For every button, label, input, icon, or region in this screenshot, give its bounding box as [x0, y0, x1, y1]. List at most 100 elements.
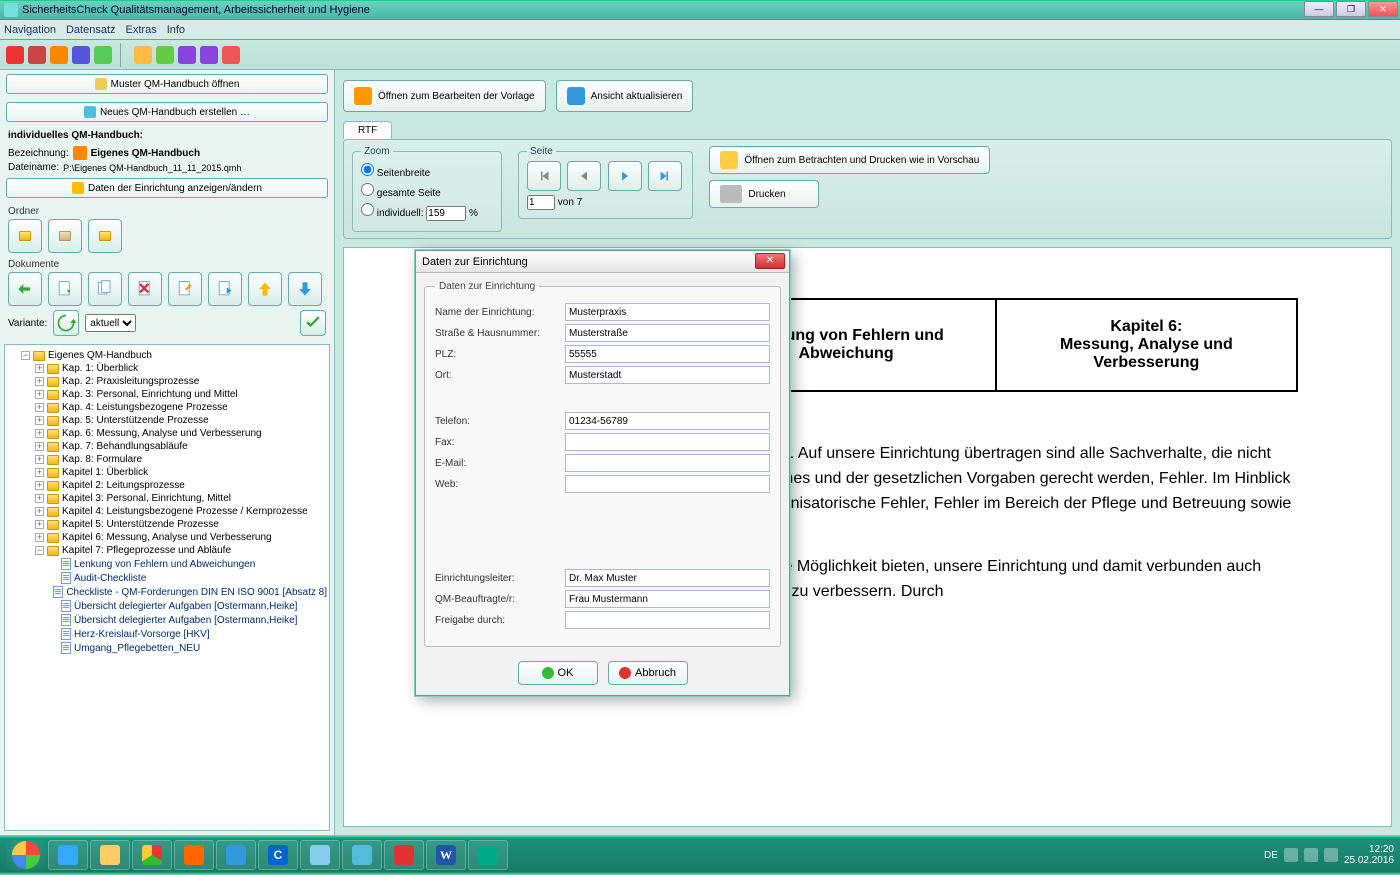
- task-chrome[interactable]: [132, 840, 172, 870]
- variant-apply-button[interactable]: [300, 310, 326, 336]
- tree-chapter[interactable]: Kap. 8: Formulare: [62, 454, 142, 465]
- folder-edit-button[interactable]: [88, 219, 122, 253]
- tree-chapter[interactable]: Kapitel 2: Leitungsprozesse: [62, 480, 185, 491]
- tree-chapter[interactable]: Kap. 2: Praxisleitungsprozesse: [62, 376, 199, 387]
- tree-chapter[interactable]: Kapitel 7: Pflegeprozesse und Abläufe: [62, 545, 231, 556]
- tree-chapter[interactable]: Kapitel 5: Unterstützende Prozesse: [62, 519, 219, 530]
- tree-expand-icon[interactable]: +: [35, 468, 44, 477]
- open-preview-button[interactable]: Öffnen zum Betrachten und Drucken wie in…: [709, 146, 990, 174]
- input-leiter[interactable]: [565, 569, 770, 587]
- task-app1[interactable]: [216, 840, 256, 870]
- print-button[interactable]: Drucken: [709, 180, 819, 208]
- page-next-button[interactable]: [608, 161, 642, 191]
- menu-extras[interactable]: Extras: [126, 24, 157, 36]
- page-current-input[interactable]: [527, 195, 555, 210]
- dialog-ok-button[interactable]: OK: [518, 661, 598, 685]
- edit-icon[interactable]: [73, 146, 87, 160]
- tree-root[interactable]: Eigenes QM-Handbuch: [48, 350, 152, 361]
- input-plz[interactable]: [565, 345, 770, 363]
- tree-expand-icon[interactable]: +: [35, 481, 44, 490]
- folder-delete-button[interactable]: [48, 219, 82, 253]
- task-word[interactable]: W: [426, 840, 466, 870]
- tree-chapter[interactable]: Kap. 6: Messung, Analyse und Verbesserun…: [62, 428, 262, 439]
- tree-chapter[interactable]: Kapitel 4: Leistungsbezogene Prozesse / …: [62, 506, 308, 517]
- input-web[interactable]: [565, 475, 770, 493]
- tree-chapter[interactable]: Kapitel 3: Personal, Einrichtung, Mittel: [62, 493, 231, 504]
- task-app5[interactable]: [384, 840, 424, 870]
- toolbar-refresh-icon[interactable]: [222, 46, 240, 64]
- tree-document[interactable]: Lenkung von Fehlern und Abweichungen: [74, 559, 255, 570]
- edit-template-button[interactable]: Öffnen zum Bearbeiten der Vorlage: [343, 80, 546, 112]
- open-sample-handbook-button[interactable]: Muster QM-Handbuch öffnen: [6, 74, 328, 94]
- task-app4[interactable]: [342, 840, 382, 870]
- toolbar-save-icon[interactable]: [178, 46, 196, 64]
- toolbar-home-icon[interactable]: [6, 46, 24, 64]
- input-telefon[interactable]: [565, 412, 770, 430]
- task-ie[interactable]: [48, 840, 88, 870]
- input-fax[interactable]: [565, 433, 770, 451]
- dialog-titlebar[interactable]: Daten zur Einrichtung ✕: [416, 251, 789, 273]
- tree-chapter[interactable]: Kap. 4: Leistungsbezogene Prozesse: [62, 402, 228, 413]
- folder-add-button[interactable]: [8, 219, 42, 253]
- new-handbook-button[interactable]: Neues QM-Handbuch erstellen …: [6, 102, 328, 122]
- page-first-button[interactable]: [527, 161, 561, 191]
- tree-expand-icon[interactable]: +: [35, 429, 44, 438]
- page-prev-button[interactable]: [567, 161, 601, 191]
- dialog-cancel-button[interactable]: Abbruch: [608, 661, 688, 685]
- tree-expand-icon[interactable]: +: [35, 416, 44, 425]
- tab-rtf[interactable]: RTF: [343, 121, 392, 139]
- tree-document[interactable]: Umgang_Pflegebetten_NEU: [74, 643, 200, 654]
- doc-edit-button[interactable]: [168, 272, 202, 306]
- task-explorer[interactable]: [90, 840, 130, 870]
- input-qm[interactable]: [565, 590, 770, 608]
- doc-delete-button[interactable]: [128, 272, 162, 306]
- variant-refresh-button[interactable]: [53, 310, 79, 336]
- tree-chapter[interactable]: Kapitel 6: Messung, Analyse und Verbesse…: [62, 532, 272, 543]
- tree-expand-icon[interactable]: +: [35, 533, 44, 542]
- doc-new-button[interactable]: [48, 272, 82, 306]
- toolbar-lock-icon[interactable]: [28, 46, 46, 64]
- tree-expand-icon[interactable]: +: [35, 377, 44, 386]
- doc-export-button[interactable]: [208, 272, 242, 306]
- start-button[interactable]: [6, 840, 46, 870]
- input-org-name[interactable]: [565, 303, 770, 321]
- tree-document[interactable]: Herz-Kreislauf-Vorsorge [HKV]: [74, 629, 210, 640]
- tree-document[interactable]: Checkliste - QM-Forderungen DIN EN ISO 9…: [66, 587, 327, 598]
- tray-language[interactable]: DE: [1264, 850, 1278, 861]
- tree-expand-icon[interactable]: +: [35, 403, 44, 412]
- dialog-close-button[interactable]: ✕: [755, 253, 785, 269]
- input-freigabe[interactable]: [565, 611, 770, 629]
- toolbar-check-icon[interactable]: [94, 46, 112, 64]
- toolbar-undo-icon[interactable]: [134, 46, 152, 64]
- variant-select[interactable]: aktuell: [85, 314, 136, 332]
- zoom-custom[interactable]: individuell: %: [361, 201, 493, 223]
- tree-chapter[interactable]: Kap. 1: Überblick: [62, 363, 138, 374]
- tree-expand-icon[interactable]: +: [35, 364, 44, 373]
- tree-collapse-icon[interactable]: −: [21, 351, 30, 360]
- task-firefox[interactable]: [174, 840, 214, 870]
- page-last-button[interactable]: [648, 161, 682, 191]
- window-close[interactable]: ✕: [1368, 1, 1398, 17]
- tree-document[interactable]: Übersicht delegierter Aufgaben [Osterman…: [74, 601, 297, 612]
- tree-chapter[interactable]: Kapitel 1: Überblick: [62, 467, 148, 478]
- tree-expand-icon[interactable]: +: [35, 442, 44, 451]
- refresh-view-button[interactable]: Ansicht aktualisieren: [556, 80, 694, 112]
- tray-flag-icon[interactable]: [1284, 848, 1298, 862]
- input-street[interactable]: [565, 324, 770, 342]
- menu-info[interactable]: Info: [167, 24, 185, 36]
- tree-expand-icon[interactable]: +: [35, 494, 44, 503]
- menu-datensatz[interactable]: Datensatz: [66, 24, 116, 36]
- window-minimize[interactable]: —: [1304, 1, 1334, 17]
- zoom-wholepage[interactable]: gesamte Seite: [361, 181, 493, 201]
- tree-chapter[interactable]: Kap. 7: Behandlungsabläufe: [62, 441, 188, 452]
- zoom-pagewidth[interactable]: Seitenbreite: [361, 161, 493, 181]
- tray-volume-icon[interactable]: [1324, 848, 1338, 862]
- input-ort[interactable]: [565, 366, 770, 384]
- tree-document[interactable]: Übersicht delegierter Aufgaben [Osterman…: [74, 615, 297, 626]
- tree-chapter[interactable]: Kap. 5: Unterstützende Prozesse: [62, 415, 209, 426]
- toolbar-clock-icon[interactable]: [50, 46, 68, 64]
- task-current[interactable]: [468, 840, 508, 870]
- tray-network-icon[interactable]: [1304, 848, 1318, 862]
- input-email[interactable]: [565, 454, 770, 472]
- tray-clock[interactable]: 12:20 25.02.2016: [1344, 844, 1394, 866]
